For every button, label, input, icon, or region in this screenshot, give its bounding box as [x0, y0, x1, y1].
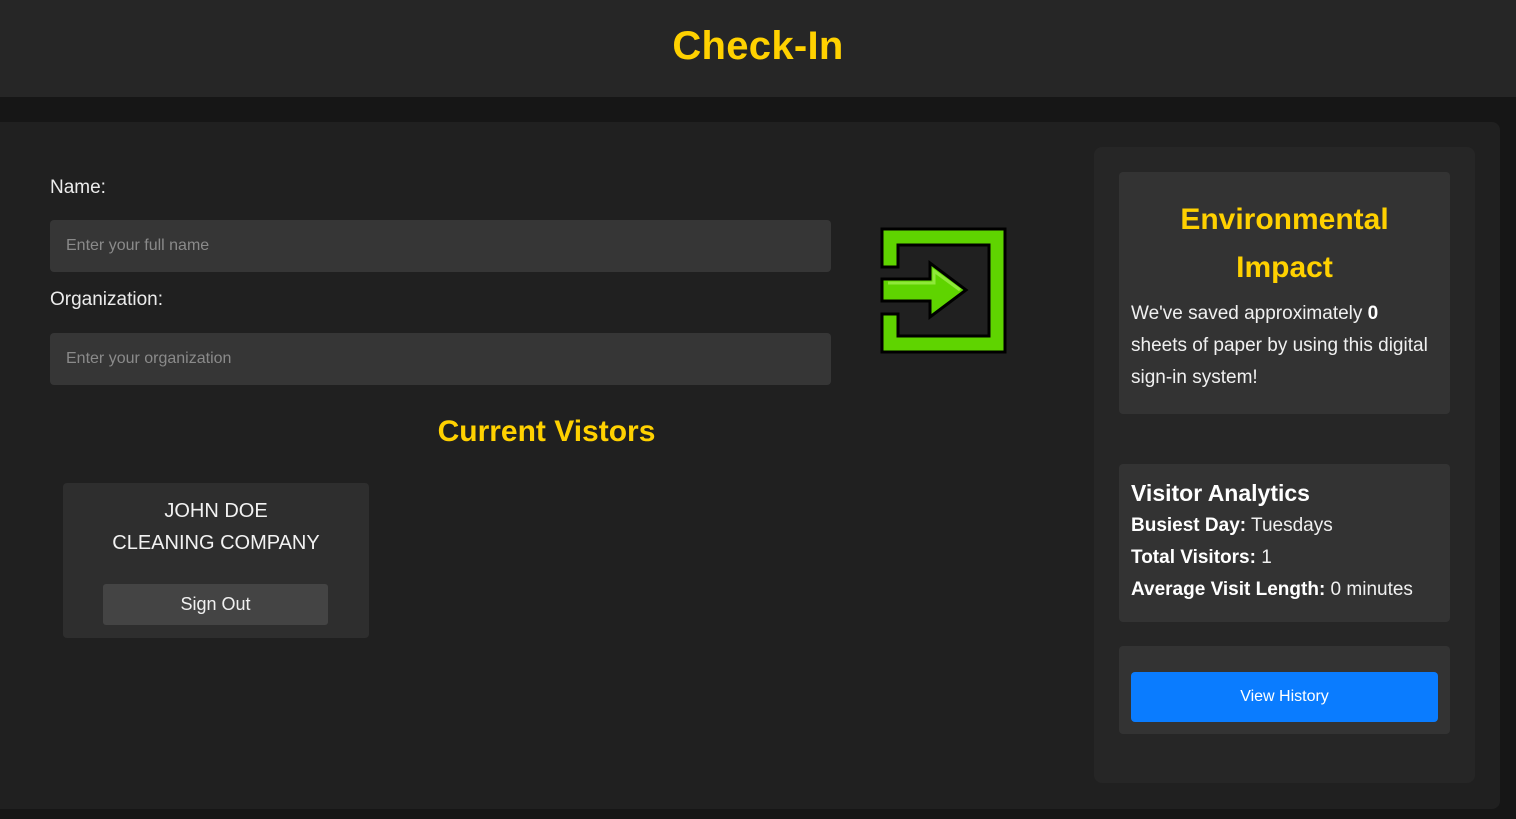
page-header: Check-In — [0, 0, 1516, 97]
history-panel: View History — [1119, 646, 1450, 734]
total-visitors-row: Total Visitors: 1 — [1119, 542, 1450, 574]
main-panel: Name: Organization: Current Vistors JOHN… — [0, 122, 1500, 809]
sign-out-button[interactable]: Sign Out — [103, 584, 328, 625]
page-title: Check-In — [672, 24, 844, 68]
sidebar: Environmental Impact We've saved approxi… — [1094, 147, 1475, 783]
total-visitors-label: Total Visitors: — [1131, 547, 1256, 568]
sheets-saved-count: 0 — [1367, 303, 1379, 324]
visitor-analytics-title: Visitor Analytics — [1131, 480, 1310, 506]
impact-text-before: We've saved approximately — [1131, 303, 1368, 324]
environmental-impact-title: Environmental Impact — [1180, 203, 1389, 284]
average-visit-row: Average Visit Length: 0 minutes — [1119, 574, 1450, 606]
average-visit-label: Average Visit Length: — [1131, 579, 1326, 600]
organization-input[interactable] — [50, 333, 831, 385]
busiest-day-label: Busiest Day: — [1131, 515, 1247, 536]
visitor-organization: CLEANING COMPANY — [112, 532, 320, 554]
name-input[interactable] — [50, 220, 831, 272]
average-visit-value: 0 minutes — [1325, 579, 1413, 600]
sign-in-icon — [880, 227, 1007, 354]
current-visitors-title: Current Vistors — [437, 415, 656, 448]
view-history-button[interactable]: View History — [1131, 672, 1438, 722]
impact-text-after: sheets of paper by using this digital si… — [1131, 335, 1428, 388]
visitor-name: JOHN DOE — [164, 500, 268, 522]
visitor-analytics-panel: Visitor Analytics Busiest Day: Tuesdays … — [1119, 464, 1450, 622]
name-label: Name: — [50, 177, 106, 198]
environmental-impact-panel: Environmental Impact We've saved approxi… — [1119, 172, 1450, 414]
check-in-button[interactable] — [880, 227, 1007, 354]
environmental-impact-text: We've saved approximately 0 sheets of pa… — [1119, 292, 1450, 408]
busiest-day-row: Busiest Day: Tuesdays — [1119, 510, 1450, 542]
organization-label: Organization: — [50, 289, 164, 310]
total-visitors-value: 1 — [1255, 547, 1272, 568]
busiest-day-value: Tuesdays — [1246, 515, 1333, 536]
visitor-card: JOHN DOE CLEANING COMPANY Sign Out — [63, 483, 369, 638]
